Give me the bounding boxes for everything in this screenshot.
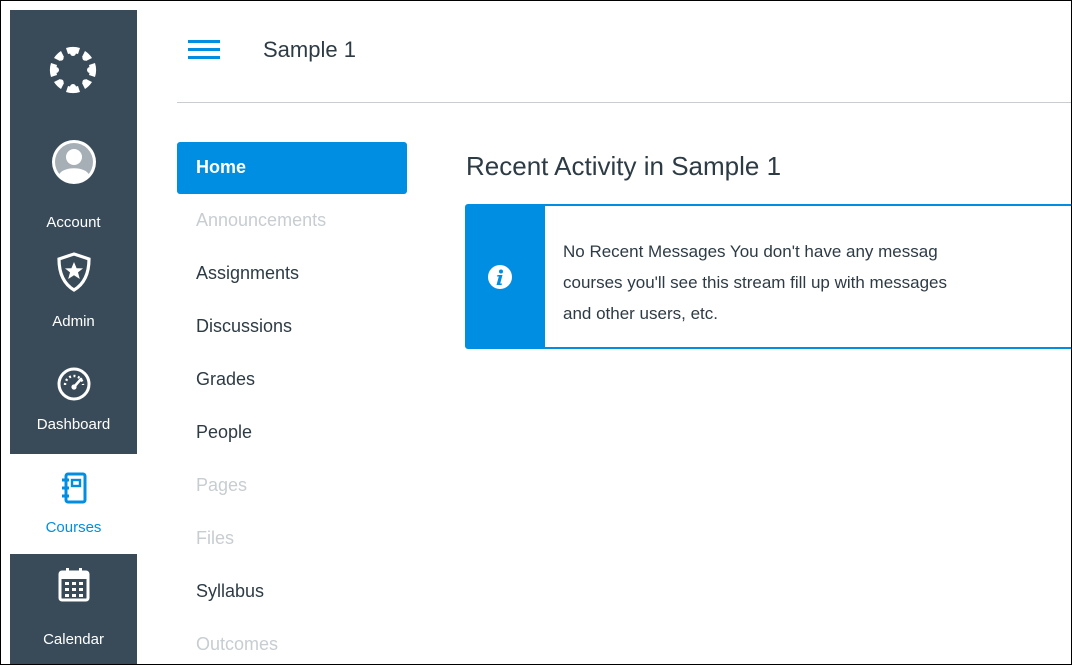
nav-item-dashboard[interactable]: Dashboard: [10, 352, 137, 452]
course-nav-files[interactable]: Files: [177, 513, 407, 565]
calendar-icon: [58, 568, 89, 602]
course-nav-pages[interactable]: Pages: [177, 460, 407, 512]
nav-item-label: Dashboard: [36, 416, 111, 433]
app-frame: Account Admin Dashboard Courses Calendar…: [0, 0, 1072, 665]
nav-item-label: Calendar: [43, 631, 104, 648]
info-alert: No Recent Messages You don't have any me…: [465, 204, 1071, 349]
header-divider: [177, 102, 1071, 103]
page-title: Recent Activity in Sample 1: [466, 151, 782, 181]
global-navigation: Account Admin Dashboard Courses Calendar: [10, 10, 137, 664]
hamburger-menu-icon[interactable]: [188, 40, 220, 64]
course-nav-discussions[interactable]: Discussions: [177, 301, 407, 353]
info-icon: [488, 265, 512, 289]
course-nav-outcomes[interactable]: Outcomes: [177, 619, 407, 664]
nav-item-calendar[interactable]: Calendar: [10, 558, 137, 664]
course-nav-announcements[interactable]: Announcements: [177, 195, 407, 247]
alert-icon-box: [467, 206, 545, 347]
nav-item-label: Admin: [52, 313, 95, 330]
nav-item-courses[interactable]: Courses: [10, 454, 137, 554]
nav-item-label: Account: [46, 214, 101, 231]
nav-item-account[interactable]: Account: [10, 132, 137, 232]
course-nav-assignments[interactable]: Assignments: [177, 248, 407, 300]
course-nav-home[interactable]: Home: [177, 142, 407, 194]
breadcrumb-course[interactable]: Sample 1: [263, 37, 356, 63]
nav-item-label: Courses: [45, 519, 102, 536]
course-nav-grades[interactable]: Grades: [177, 354, 407, 406]
alert-line: and other users, etc.: [563, 304, 718, 323]
course-nav-people[interactable]: People: [177, 407, 407, 459]
avatar-icon: [51, 140, 96, 184]
shield-star-icon: [56, 252, 91, 292]
canvas-logo-icon[interactable]: [10, 10, 137, 110]
alert-message: No Recent Messages You don't have any me…: [563, 236, 1071, 329]
speedometer-icon: [57, 367, 90, 401]
notebook-icon: [61, 472, 86, 504]
alert-line: No Recent Messages You don't have any me…: [563, 242, 938, 261]
alert-line: courses you'll see this stream fill up w…: [563, 273, 948, 292]
nav-item-admin[interactable]: Admin: [10, 246, 137, 334]
course-nav-syllabus[interactable]: Syllabus: [177, 566, 407, 618]
